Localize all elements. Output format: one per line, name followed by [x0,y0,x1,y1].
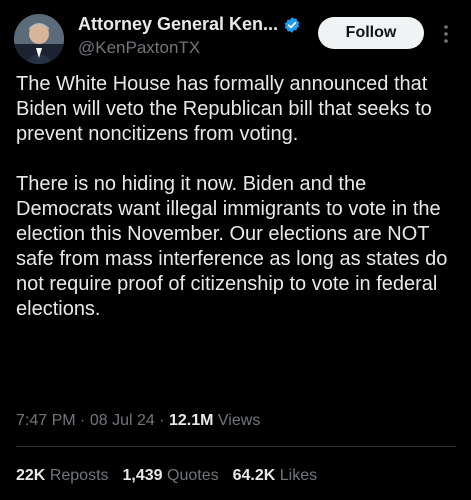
name-row: Attorney General Ken... [78,14,301,35]
likes-label: Likes [279,467,318,484]
likes-count: 64.2K [232,467,276,484]
quotes-count: 1,439 [122,467,163,484]
views-label: Views [217,412,261,429]
verified-badge-icon [283,16,301,34]
avatar[interactable] [14,14,64,64]
follow-button[interactable]: Follow [318,17,424,49]
tweet-header: Attorney General Ken... @KenPaxtonTX Fol… [0,0,471,70]
more-options-icon[interactable] [440,22,452,46]
tweet-meta: 7:47 PM · 08 Jul 24 · 12.1M Views [16,412,260,430]
tweet-date[interactable]: 08 Jul 24 [90,412,155,429]
reposts-label: Reposts [49,467,109,484]
display-name[interactable]: Attorney General Ken... [78,14,278,35]
user-handle[interactable]: @KenPaxtonTX [78,38,200,58]
tweet-text: The White House has formally announced t… [16,72,466,347]
quotes-stat[interactable]: 1,439 Quotes [123,467,219,485]
reposts-count: 22K [16,467,46,484]
reposts-stat[interactable]: 22K Reposts [16,467,109,485]
tweet-paragraph: The White House has formally announced t… [16,73,432,145]
separator-dot: · [159,412,169,429]
quotes-label: Quotes [167,467,219,484]
separator-dot: · [80,412,90,429]
engagement-stats: 22K Reposts 1,439 Quotes 64.2K Likes [16,467,317,485]
divider [16,446,456,447]
tweet-paragraph: There is no hiding it now. Biden and the… [16,173,448,320]
likes-stat[interactable]: 64.2K Likes [233,467,318,485]
views-count: 12.1M [169,412,214,429]
tweet-time[interactable]: 7:47 PM [16,412,76,429]
